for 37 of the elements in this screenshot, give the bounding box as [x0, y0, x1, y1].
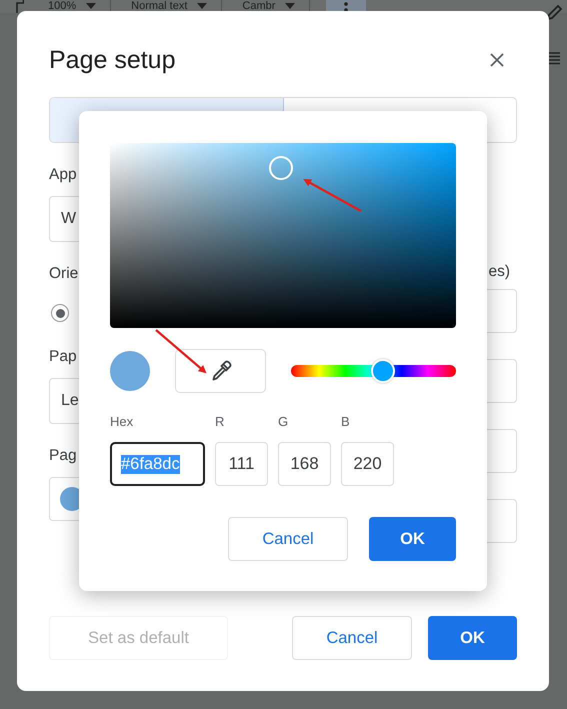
ok-button[interactable]: OK: [428, 616, 517, 660]
hex-field[interactable]: #6fa8dc: [110, 442, 205, 486]
cancel-button[interactable]: Cancel: [228, 517, 348, 561]
lines-icon[interactable]: [548, 52, 560, 66]
channel-field[interactable]: 168: [278, 442, 331, 486]
annotation-arrow: [155, 329, 207, 374]
field-label: Pap: [49, 347, 77, 367]
color-gradient[interactable]: [110, 143, 456, 328]
font-dropdown[interactable]: Cambr: [242, 0, 276, 12]
caret-icon[interactable]: [285, 3, 296, 9]
eyedropper-icon: [210, 360, 232, 382]
field-label: Orie: [49, 264, 78, 284]
more-icon: [344, 0, 348, 12]
field-label: Pag: [49, 446, 77, 466]
dialog-title: Page setup: [49, 46, 176, 74]
cancel-button[interactable]: Cancel: [292, 616, 412, 660]
annotation-arrow: [303, 179, 362, 212]
field-label: G: [278, 413, 288, 431]
field-label: App: [49, 165, 77, 185]
field-label: es): [487, 262, 510, 282]
caret-icon[interactable]: [197, 3, 208, 9]
channel-field[interactable]: 111: [215, 442, 268, 486]
slider-thumb[interactable]: [371, 359, 396, 383]
ok-button[interactable]: OK: [369, 517, 456, 561]
zoom-dropdown[interactable]: 100%: [48, 0, 76, 12]
field-label: B: [341, 413, 350, 431]
radio-button[interactable]: [51, 304, 69, 322]
field-label: R: [215, 413, 224, 431]
caret-icon[interactable]: [86, 3, 96, 9]
color-preview: [110, 351, 150, 391]
close-icon[interactable]: [490, 53, 504, 67]
style-dropdown[interactable]: Normal text: [131, 0, 188, 12]
gradient-cursor[interactable]: [269, 156, 294, 180]
field-label: Hex: [110, 413, 134, 431]
eyedropper-button[interactable]: [175, 349, 266, 393]
pencil-icon[interactable]: [545, 4, 563, 22]
channel-field[interactable]: 220: [341, 442, 394, 486]
